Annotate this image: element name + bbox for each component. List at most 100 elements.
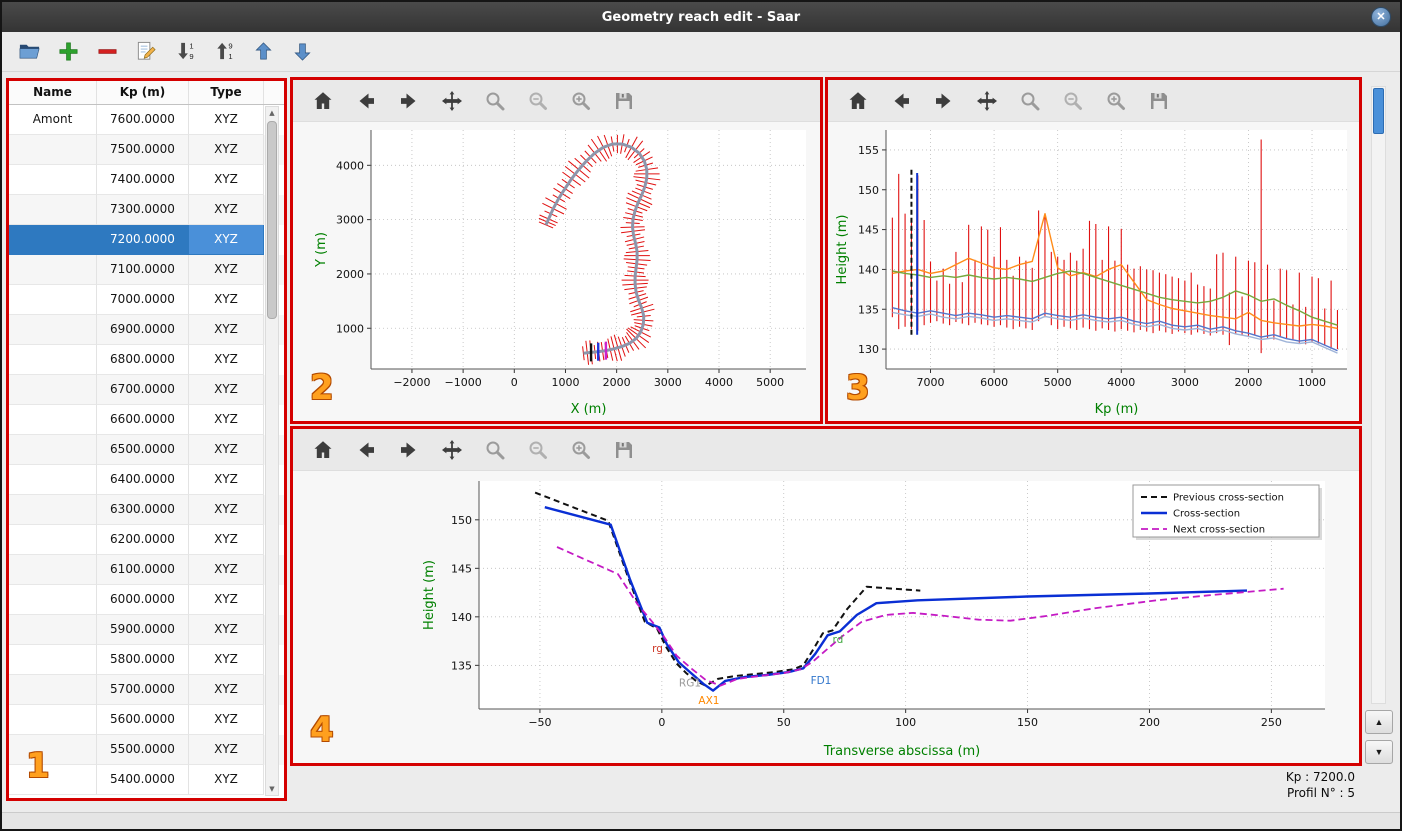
cell-kp[interactable]: 7200.0000 <box>97 225 189 255</box>
cell-kp[interactable]: 5800.0000 <box>97 645 189 675</box>
cell-name[interactable] <box>9 465 97 495</box>
cell-name[interactable] <box>9 675 97 705</box>
cell-type[interactable]: XYZ <box>189 105 264 135</box>
cell-name[interactable] <box>9 225 97 255</box>
cell-name[interactable] <box>9 435 97 465</box>
cell-kp[interactable]: 6400.0000 <box>97 465 189 495</box>
table-row[interactable]: 5900.0000 XYZ <box>9 615 284 645</box>
open-button[interactable] <box>16 38 44 66</box>
cell-kp[interactable]: 6700.0000 <box>97 375 189 405</box>
cell-name[interactable] <box>9 645 97 675</box>
table-row[interactable]: 6200.0000 XYZ <box>9 525 284 555</box>
zoom-button[interactable] <box>1016 87 1044 115</box>
cell-kp[interactable]: 7300.0000 <box>97 195 189 225</box>
cell-type[interactable]: XYZ <box>189 705 264 735</box>
cell-kp[interactable]: 6900.0000 <box>97 315 189 345</box>
sort-descending-button[interactable]: 9 1 <box>211 38 239 66</box>
cell-type[interactable]: XYZ <box>189 585 264 615</box>
sort-ascending-button[interactable]: 1 9 <box>172 38 200 66</box>
cell-kp[interactable]: 5700.0000 <box>97 675 189 705</box>
home-button[interactable] <box>309 436 337 464</box>
cell-kp[interactable]: 6600.0000 <box>97 405 189 435</box>
table-row[interactable]: 6100.0000 XYZ <box>9 555 284 585</box>
cell-name[interactable] <box>9 135 97 165</box>
table-row[interactable]: 5800.0000 XYZ <box>9 645 284 675</box>
table-row[interactable]: 6900.0000 XYZ <box>9 315 284 345</box>
cell-kp[interactable]: 7500.0000 <box>97 135 189 165</box>
column-header-name[interactable]: Name <box>9 81 97 104</box>
profile-up-button[interactable]: ▲ <box>1365 710 1393 734</box>
cell-type[interactable]: XYZ <box>189 405 264 435</box>
cell-type[interactable]: XYZ <box>189 165 264 195</box>
cell-kp[interactable]: 5500.0000 <box>97 735 189 765</box>
cell-name[interactable] <box>9 765 97 795</box>
forward-button[interactable] <box>395 87 423 115</box>
cell-kp[interactable]: 5400.0000 <box>97 765 189 795</box>
cell-name[interactable] <box>9 345 97 375</box>
back-button[interactable] <box>887 87 915 115</box>
cell-kp[interactable]: 5900.0000 <box>97 615 189 645</box>
cell-type[interactable]: XYZ <box>189 435 264 465</box>
cell-kp[interactable]: 6200.0000 <box>97 525 189 555</box>
cell-name[interactable] <box>9 495 97 525</box>
profile-down-button[interactable]: ▼ <box>1365 740 1393 764</box>
table-row[interactable]: 6700.0000 XYZ <box>9 375 284 405</box>
cell-type[interactable]: XYZ <box>189 195 264 225</box>
cell-type[interactable]: XYZ <box>189 675 264 705</box>
vertical-scrollbar[interactable] <box>1371 86 1386 704</box>
cell-kp[interactable]: 6100.0000 <box>97 555 189 585</box>
cell-name[interactable] <box>9 165 97 195</box>
pan-button[interactable] <box>973 87 1001 115</box>
table-row[interactable]: 7500.0000 XYZ <box>9 135 284 165</box>
cell-kp[interactable]: 6800.0000 <box>97 345 189 375</box>
cell-kp[interactable]: 6000.0000 <box>97 585 189 615</box>
cell-name[interactable] <box>9 315 97 345</box>
cell-kp[interactable]: 5600.0000 <box>97 705 189 735</box>
cell-name[interactable] <box>9 615 97 645</box>
vertical-scrollbar-thumb[interactable] <box>1373 88 1384 134</box>
table-row[interactable]: 5400.0000 XYZ <box>9 765 284 795</box>
back-button[interactable] <box>352 87 380 115</box>
zoom-button[interactable] <box>481 87 509 115</box>
table-row[interactable]: 7400.0000 XYZ <box>9 165 284 195</box>
home-button[interactable] <box>844 87 872 115</box>
edit-button[interactable] <box>133 38 161 66</box>
zoom-button[interactable] <box>481 436 509 464</box>
table-row[interactable]: 7100.0000 XYZ <box>9 255 284 285</box>
forward-button[interactable] <box>930 87 958 115</box>
cell-type[interactable]: XYZ <box>189 615 264 645</box>
cell-name[interactable] <box>9 555 97 585</box>
cell-type[interactable]: XYZ <box>189 285 264 315</box>
cell-type[interactable]: XYZ <box>189 525 264 555</box>
cell-type[interactable]: XYZ <box>189 765 264 795</box>
cell-type[interactable]: XYZ <box>189 345 264 375</box>
save-button[interactable] <box>610 436 638 464</box>
home-button[interactable] <box>309 87 337 115</box>
subplots-button[interactable] <box>1059 87 1087 115</box>
cell-kp[interactable]: 6300.0000 <box>97 495 189 525</box>
column-header-kp[interactable]: Kp (m) <box>97 81 189 104</box>
cell-kp[interactable]: 7600.0000 <box>97 105 189 135</box>
cell-type[interactable]: XYZ <box>189 495 264 525</box>
remove-row-button[interactable] <box>94 38 122 66</box>
cell-name[interactable] <box>9 705 97 735</box>
scroll-up-arrow-icon[interactable]: ▲ <box>266 109 278 117</box>
pan-button[interactable] <box>438 436 466 464</box>
table-row[interactable]: 7300.0000 XYZ <box>9 195 284 225</box>
table-row[interactable]: 7200.0000 XYZ <box>9 225 284 255</box>
cell-type[interactable]: XYZ <box>189 555 264 585</box>
pan-button[interactable] <box>438 87 466 115</box>
table-row[interactable]: 5500.0000 XYZ <box>9 735 284 765</box>
table-row[interactable]: 7000.0000 XYZ <box>9 285 284 315</box>
cell-name[interactable] <box>9 255 97 285</box>
cell-type[interactable]: XYZ <box>189 135 264 165</box>
cell-type[interactable]: XYZ <box>189 225 264 255</box>
table-row[interactable]: 6400.0000 XYZ <box>9 465 284 495</box>
cell-type[interactable]: XYZ <box>189 465 264 495</box>
column-header-type[interactable]: Type <box>189 81 264 104</box>
subplots-button[interactable] <box>524 87 552 115</box>
table-row[interactable]: 6800.0000 XYZ <box>9 345 284 375</box>
move-down-button[interactable] <box>289 38 317 66</box>
back-button[interactable] <box>352 436 380 464</box>
cell-name[interactable] <box>9 735 97 765</box>
